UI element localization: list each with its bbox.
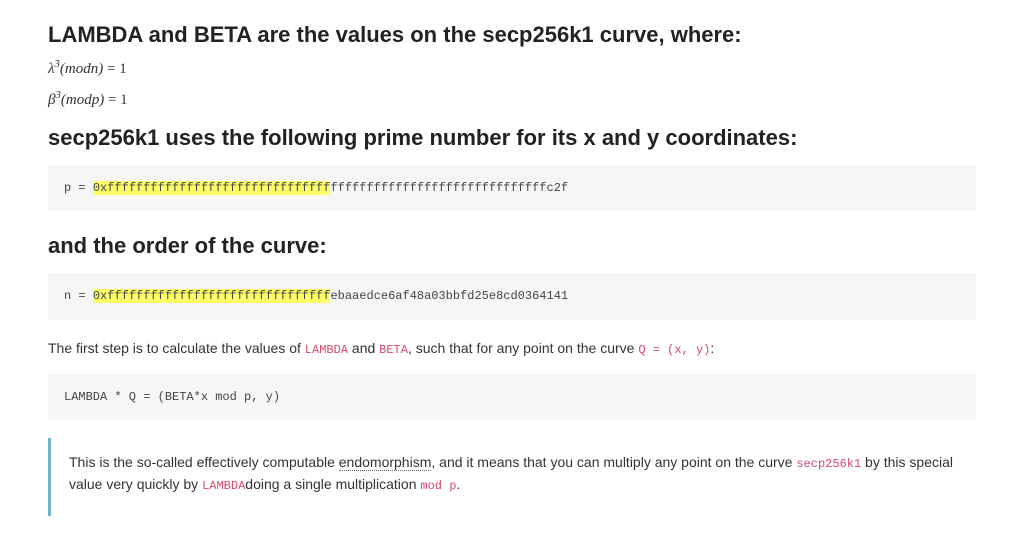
text: : [710, 340, 714, 356]
math-eq: = 1 [104, 92, 127, 108]
paragraph-first-step: The first step is to calculate the value… [48, 338, 976, 360]
inline-code-beta: BETA [379, 343, 408, 357]
code-text: ffffffffffffffffffffffffffffffc2f [330, 181, 568, 195]
math-eq: = 1 [103, 61, 126, 77]
heading-order: and the order of the curve: [48, 229, 976, 263]
heading-prime: secp256k1 uses the following prime numbe… [48, 121, 976, 155]
text: doing a single multiplication [245, 476, 420, 492]
code-text: ebaaedce6af48a03bbfd25e8cd0364141 [330, 289, 568, 303]
math-beta-cubed: β3(modp) = 1 [48, 89, 976, 112]
inline-code-lambda: LAMBDA [305, 343, 348, 357]
code-text: n = [64, 289, 93, 303]
math-mod: (modn) [60, 61, 103, 77]
code-block-n: n = 0xfffffffffffffffffffffffffffffffeba… [48, 273, 976, 320]
code-text: p = [64, 181, 93, 195]
code-block-p: p = 0xffffffffffffffffffffffffffffffffff… [48, 165, 976, 212]
code-text: LAMBDA * Q = (BETA*x mod p, y) [64, 390, 280, 404]
blockquote-endomorphism: This is the so-called effectively comput… [48, 438, 976, 515]
text: and [348, 340, 379, 356]
text: This is the so-called effectively comput… [69, 454, 339, 470]
math-lambda-cubed: λ3(modn) = 1 [48, 58, 976, 81]
inline-code-modp: mod p [420, 479, 456, 493]
code-highlight: 0xfffffffffffffffffffffffffffffff [93, 289, 331, 303]
inline-code-q: Q = (x, y) [638, 343, 710, 357]
code-highlight: 0xfffffffffffffffffffffffffffffff [93, 181, 331, 195]
text: The first step is to calculate the value… [48, 340, 305, 356]
code-block-lambda-q: LAMBDA * Q = (BETA*x mod p, y) [48, 374, 976, 421]
heading-lambda-beta: LAMBDA and BETA are the values on the se… [48, 18, 976, 52]
text: , and it means that you can multiply any… [431, 454, 796, 470]
inline-code-lambda: LAMBDA [202, 479, 245, 493]
math-mod: (modp) [61, 92, 104, 108]
text: . [456, 476, 460, 492]
term-endomorphism: endomorphism [339, 454, 432, 471]
text: , such that for any point on the curve [408, 340, 638, 356]
inline-code-secp256k1: secp256k1 [796, 457, 861, 471]
quote-paragraph: This is the so-called effectively comput… [69, 452, 962, 495]
